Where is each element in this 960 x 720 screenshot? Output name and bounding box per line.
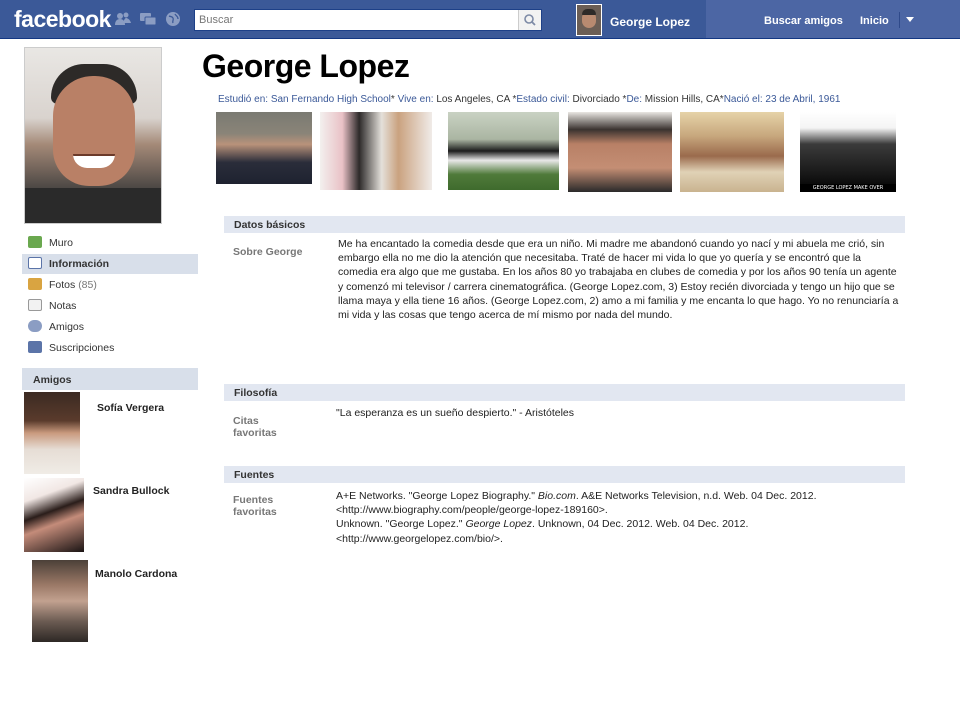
account-menu-arrow-icon[interactable] [906, 17, 914, 22]
photos-count: (85) [78, 279, 97, 291]
wall-icon [28, 236, 42, 248]
messages-icon[interactable] [139, 11, 157, 27]
photo-strip-item[interactable] [680, 112, 784, 192]
section-title: Filosofía [234, 387, 278, 399]
studied-label: Estudió en: [218, 94, 269, 105]
sidebar-item-wall[interactable]: Muro [22, 233, 198, 253]
sidebar-item-label: Amigos [49, 321, 85, 333]
sidebar-item-photos[interactable]: Fotos (85) [22, 275, 198, 295]
sidebar-item-label: Información [49, 258, 110, 270]
notifications-globe-icon[interactable] [164, 11, 182, 27]
search-button[interactable] [518, 10, 541, 30]
photo-strip-item[interactable] [320, 112, 432, 190]
info-icon [28, 257, 42, 269]
friend-requests-icon[interactable] [114, 11, 132, 27]
nav-divider [899, 12, 900, 28]
section-header-sources: Fuentes [224, 466, 905, 483]
sidebar-item-friends[interactable]: Amigos [22, 317, 198, 337]
subscriptions-icon [28, 341, 42, 353]
photo-strip-item[interactable] [216, 112, 312, 184]
from-label: De: [626, 94, 642, 105]
friends-box-title: Amigos [33, 374, 72, 386]
photo-strip-item[interactable]: GEORGE LOPEZ MAKE OVER [800, 112, 896, 192]
born-label: Nació el: [723, 94, 763, 105]
source-entry-1: A+E Networks. "George Lopez Biography." … [336, 489, 906, 517]
sidebar-item-label: Notas [49, 300, 77, 312]
search-icon [524, 14, 536, 26]
sidebar-item-subscriptions[interactable]: Suscripciones [22, 338, 198, 358]
about-text: Me ha encantado la comedia desde que era… [338, 238, 899, 322]
lives-value: Los Angeles, CA [436, 94, 510, 105]
friends-icon [28, 320, 42, 332]
sidebar-item-info[interactable]: Información [22, 254, 198, 274]
from-value: Mission Hills, CA [644, 94, 720, 105]
find-friends-link[interactable]: Buscar amigos [764, 15, 843, 27]
studied-link[interactable]: San Fernando High School [271, 94, 391, 105]
sources-text: A+E Networks. "George Lopez Biography." … [336, 489, 906, 546]
friend-name-link[interactable]: Sofía Vergera [97, 402, 164, 414]
section-title: Datos básicos [234, 219, 306, 231]
photo-strip-item[interactable] [448, 112, 559, 190]
friend-photo[interactable] [32, 560, 88, 642]
friend-photo[interactable] [24, 478, 84, 552]
photo-caption: GEORGE LOPEZ MAKE OVER [800, 184, 896, 192]
quotes-text: "La esperanza es un sueño despierto." - … [336, 407, 575, 419]
search-input[interactable] [199, 11, 509, 29]
about-label: Sobre George [233, 246, 303, 258]
user-name-link[interactable]: George Lopez [610, 15, 690, 29]
source-title: George Lopez [465, 518, 533, 531]
search-box[interactable] [194, 9, 542, 31]
sidebar-item-notes[interactable]: Notas [22, 296, 198, 316]
facebook-logo[interactable]: facebook [14, 6, 111, 33]
source-text: A+E Networks. "George Lopez Biography." [336, 490, 538, 502]
section-title: Fuentes [234, 469, 275, 481]
source-text: Unknown. "George Lopez." [336, 518, 466, 531]
civil-label: Estado civil: [516, 94, 570, 105]
sidebar-item-label: Fotos (85) [49, 279, 97, 291]
user-avatar[interactable] [576, 4, 602, 36]
born-value: 23 de Abril, 1961 [765, 94, 841, 105]
friend-name-link[interactable]: Manolo Cardona [95, 568, 177, 580]
section-header-philosophy: Filosofía [224, 384, 905, 401]
photos-icon [28, 278, 42, 290]
friends-box-header: Amigos [22, 368, 198, 390]
photo-strip-item[interactable] [568, 112, 672, 192]
profile-info-line: Estudió en: San Fernando High School* Vi… [218, 94, 841, 105]
quotes-label: Citas favoritas [233, 415, 277, 439]
friend-name-link[interactable]: Sandra Bullock [93, 485, 169, 497]
section-header-basic: Datos básicos [224, 216, 905, 233]
lives-label: Vive en: [397, 94, 434, 105]
source-title: Bio.com [537, 490, 576, 502]
sources-label: Fuentes favoritas [233, 494, 277, 518]
profile-name: George Lopez [202, 48, 410, 84]
friend-photo[interactable] [24, 392, 80, 474]
source-entry-2: Unknown. "George Lopez." George Lopez. U… [336, 517, 906, 545]
sidebar-item-label: Muro [49, 237, 73, 249]
profile-picture[interactable] [24, 47, 162, 224]
sidebar-item-label: Suscripciones [49, 342, 115, 354]
notes-icon [28, 299, 42, 311]
civil-value: Divorciado [572, 94, 620, 105]
home-link[interactable]: Inicio [860, 15, 889, 27]
photos-label: Fotos [49, 279, 76, 291]
